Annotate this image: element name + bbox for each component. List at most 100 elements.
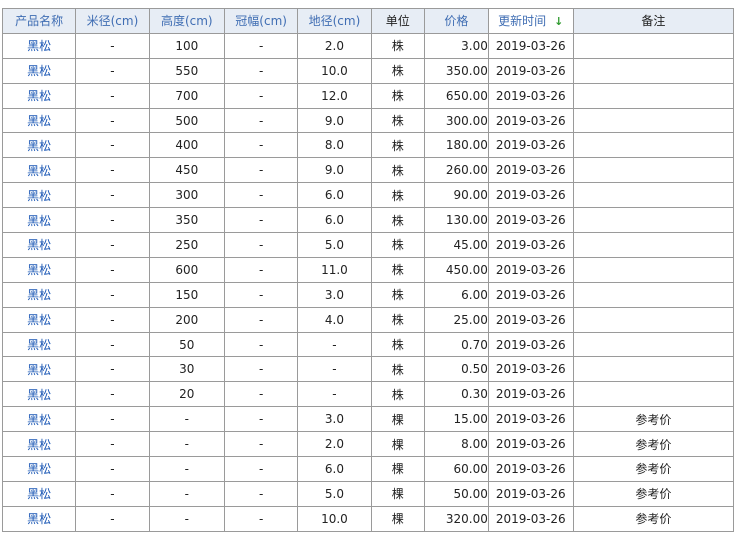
cell-rice-diameter: -	[75, 32, 150, 59]
cell-updated: 2019-03-26	[487, 356, 574, 383]
table-row: 黑松 -20- - 株 0.30 2019-03-26	[1, 381, 735, 408]
table-row: 黑松 -30- - 株 0.50 2019-03-26	[1, 356, 735, 383]
table-row: 黑松 -250-5.0 株 45.00 2019-03-26	[1, 232, 735, 258]
cell-unit: 株	[370, 381, 425, 408]
cell-updated: 2019-03-26	[487, 431, 574, 458]
cell-ground-diameter: 2.0	[297, 32, 372, 59]
cell-price: 50.00	[423, 480, 489, 507]
cell-note	[572, 107, 735, 134]
cell-height: -	[148, 505, 225, 532]
cell-ground-diameter: -	[297, 356, 372, 383]
cell-unit: 株	[370, 182, 425, 209]
cell-crown: -	[223, 456, 299, 482]
product-name-link[interactable]: 黑松	[27, 164, 51, 178]
cell-unit: 株	[370, 281, 425, 308]
column-header-price[interactable]: 价格	[423, 8, 489, 34]
table-row: 黑松 -700-12.0 株 650.00 2019-03-26	[1, 82, 735, 109]
cell-rice-diameter: -	[75, 182, 150, 209]
product-name-link[interactable]: 黑松	[27, 462, 51, 476]
cell-height: 400	[148, 132, 225, 159]
cell-price: 260.00	[423, 157, 489, 184]
table-row: 黑松 -150-3.0 株 6.00 2019-03-26	[1, 281, 735, 308]
column-header-rice-diameter[interactable]: 米径(cm)	[75, 8, 150, 34]
table-row: 黑松 - - -5.0 棵 50.00 2019-03-26 参考价	[1, 480, 735, 507]
cell-product-name: 黑松	[1, 306, 77, 333]
cell-product-name: 黑松	[1, 182, 77, 209]
table-row: 黑松 - - -10.0 棵 320.00 2019-03-26 参考价	[1, 505, 735, 532]
product-name-link[interactable]: 黑松	[27, 512, 51, 526]
cell-ground-diameter: 3.0	[297, 406, 372, 433]
cell-price: 8.00	[423, 431, 489, 458]
cell-crown: -	[223, 281, 299, 308]
product-name-link[interactable]: 黑松	[27, 363, 51, 377]
cell-crown: -	[223, 256, 299, 283]
product-name-link[interactable]: 黑松	[27, 413, 51, 427]
cell-price: 0.30	[423, 381, 489, 408]
cell-unit: 株	[370, 157, 425, 184]
product-name-link[interactable]: 黑松	[27, 114, 51, 128]
product-name-link[interactable]: 黑松	[27, 388, 51, 402]
product-name-link[interactable]: 黑松	[27, 438, 51, 452]
cell-price: 450.00	[423, 256, 489, 283]
table-row: 黑松 -550-10.0 株 350.00 2019-03-26	[1, 57, 735, 84]
product-name-link[interactable]: 黑松	[27, 189, 51, 203]
cell-rice-diameter: -	[75, 306, 150, 333]
product-name-link[interactable]: 黑松	[27, 288, 51, 302]
cell-note: 参考价	[572, 431, 735, 458]
cell-ground-diameter: 6.0	[297, 182, 372, 209]
cell-price: 180.00	[423, 132, 489, 159]
cell-updated: 2019-03-26	[487, 132, 574, 159]
cell-crown: -	[223, 232, 299, 258]
product-name-link[interactable]: 黑松	[27, 238, 51, 252]
cell-note	[572, 157, 735, 184]
cell-price: 90.00	[423, 182, 489, 209]
table-row: 黑松 -50- - 株 0.70 2019-03-26	[1, 331, 735, 358]
cell-unit: 棵	[370, 505, 425, 532]
product-name-link[interactable]: 黑松	[27, 338, 51, 352]
product-name-link[interactable]: 黑松	[27, 263, 51, 277]
product-name-link[interactable]: 黑松	[27, 39, 51, 53]
table-header-row: 产品名称 米径(cm) 高度(cm) 冠幅(cm) 地径(cm) 单位 价格 更…	[1, 8, 735, 34]
table-row: 黑松 -350-6.0 株 130.00 2019-03-26	[1, 207, 735, 234]
cell-height: 150	[148, 281, 225, 308]
table-row: 黑松 - - -2.0 棵 8.00 2019-03-26 参考价	[1, 431, 735, 458]
cell-unit: 株	[370, 306, 425, 333]
cell-price: 650.00	[423, 82, 489, 109]
product-name-link[interactable]: 黑松	[27, 89, 51, 103]
cell-ground-diameter: 10.0	[297, 57, 372, 84]
cell-ground-diameter: 10.0	[297, 505, 372, 532]
product-name-link[interactable]: 黑松	[27, 64, 51, 78]
product-name-link[interactable]: 黑松	[27, 214, 51, 228]
column-header-updated[interactable]: 更新时间 ↓	[487, 8, 574, 34]
column-header-product-name[interactable]: 产品名称	[1, 8, 77, 34]
cell-height: 50	[148, 331, 225, 358]
column-header-height[interactable]: 高度(cm)	[148, 8, 225, 34]
cell-crown: -	[223, 207, 299, 234]
product-name-link[interactable]: 黑松	[27, 139, 51, 153]
cell-updated: 2019-03-26	[487, 456, 574, 482]
cell-height: -	[148, 480, 225, 507]
column-header-crown[interactable]: 冠幅(cm)	[223, 8, 299, 34]
cell-updated: 2019-03-26	[487, 306, 574, 333]
cell-note	[572, 381, 735, 408]
cell-note: 参考价	[572, 505, 735, 532]
cell-ground-diameter: 8.0	[297, 132, 372, 159]
cell-price: 15.00	[423, 406, 489, 433]
table-row: 黑松 -200-4.0 株 25.00 2019-03-26	[1, 306, 735, 333]
cell-note	[572, 356, 735, 383]
cell-rice-diameter: -	[75, 480, 150, 507]
cell-note: 参考价	[572, 480, 735, 507]
cell-unit: 株	[370, 256, 425, 283]
cell-height: 450	[148, 157, 225, 184]
cell-rice-diameter: -	[75, 406, 150, 433]
cell-product-name: 黑松	[1, 505, 77, 532]
column-header-ground-diameter[interactable]: 地径(cm)	[297, 8, 372, 34]
cell-height: 700	[148, 82, 225, 109]
product-name-link[interactable]: 黑松	[27, 313, 51, 327]
cell-ground-diameter: 4.0	[297, 306, 372, 333]
cell-height: 100	[148, 32, 225, 59]
column-header-updated-label: 更新时间	[498, 14, 547, 29]
product-name-link[interactable]: 黑松	[27, 487, 51, 501]
cell-product-name: 黑松	[1, 157, 77, 184]
cell-product-name: 黑松	[1, 207, 77, 234]
